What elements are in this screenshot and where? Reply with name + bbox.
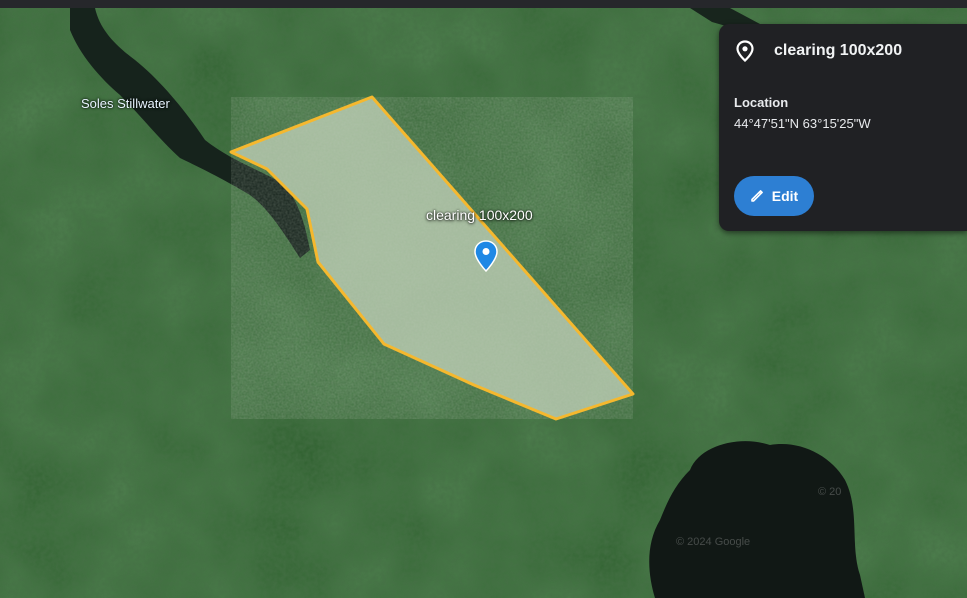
pencil-icon [750,189,764,203]
map-watermark-short: © 20 [818,486,842,498]
placemark-info-panel: clearing 100x200 Location 44°47'51"N 63°… [719,24,967,231]
location-label: Location [734,95,789,110]
map-watermark: © 2024 Google [676,536,751,548]
edit-button-label: Edit [771,188,799,204]
top-bar [0,0,967,8]
panel-title: clearing 100x200 [774,42,903,59]
polygon-label: clearing 100x200 [426,207,533,223]
place-label-soles-stillwater[interactable]: Soles Stillwater [81,96,170,111]
location-coordinates: 44°47'51"N 63°15'25"W [734,116,871,131]
edit-button[interactable]: Edit [734,176,814,216]
map-marker-pin-icon[interactable] [474,240,498,272]
location-pin-icon [736,40,754,62]
